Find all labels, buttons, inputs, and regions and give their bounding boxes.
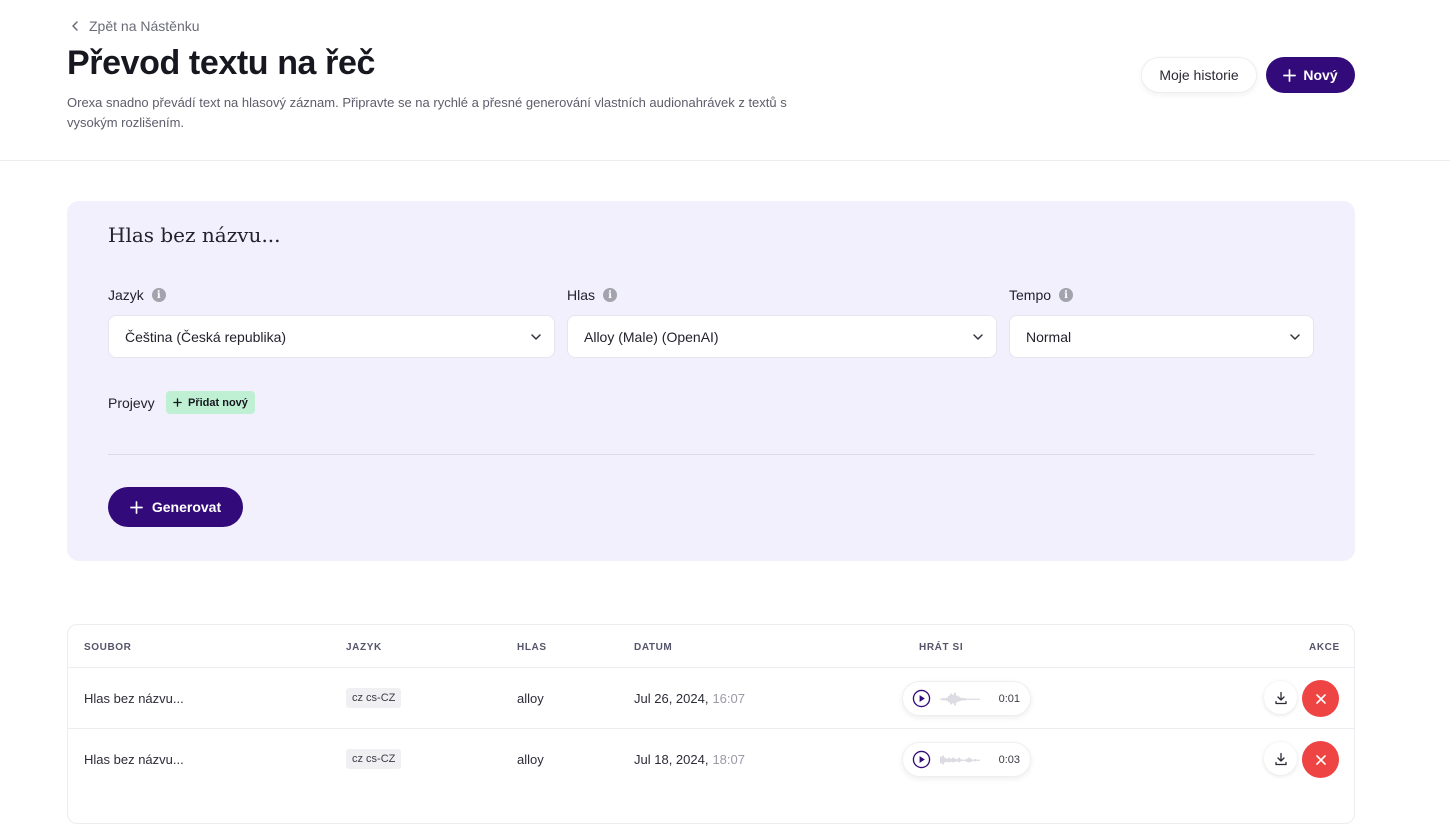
language-select-value: Čeština (Česká republika) xyxy=(125,328,287,345)
chevron-down-icon xyxy=(1290,333,1300,340)
time-text: 16:07 xyxy=(712,690,745,706)
play-icon[interactable] xyxy=(912,689,931,708)
generate-button-label: Generovat xyxy=(151,499,222,515)
audio-duration: 0:03 xyxy=(998,753,1020,766)
column-header-date: DATUM xyxy=(634,642,673,653)
tempo-label: Tempo i xyxy=(1009,287,1074,303)
language-badge: cz cs-CZ xyxy=(346,688,402,708)
tempo-select[interactable]: Normal xyxy=(1009,315,1314,358)
chevron-down-icon xyxy=(973,333,983,340)
back-link-label: Zpět na Nástěnku xyxy=(89,18,200,34)
waveform-icon xyxy=(940,692,980,705)
page-title: Převod textu na řeč xyxy=(67,44,375,82)
close-icon xyxy=(1315,693,1326,704)
file-name: Hlas bez názvu... xyxy=(84,690,184,706)
language-cell: cz cs-CZ xyxy=(346,729,402,789)
waveform-icon xyxy=(940,755,980,764)
column-header-language: JAZYK xyxy=(346,642,382,653)
play-icon[interactable] xyxy=(912,750,931,769)
delete-button[interactable] xyxy=(1302,680,1339,717)
chevron-down-icon xyxy=(531,333,541,340)
chevron-left-icon xyxy=(72,21,78,31)
plus-icon xyxy=(173,398,182,407)
voice-select[interactable]: Alloy (Male) (OpenAI) xyxy=(567,315,997,358)
download-icon xyxy=(1274,752,1287,765)
new-button[interactable]: Nový xyxy=(1266,57,1355,93)
voice-select-value: Alloy (Male) (OpenAI) xyxy=(584,328,719,345)
audio-player[interactable]: 0:03 xyxy=(902,742,1031,777)
audio-duration: 0:01 xyxy=(998,692,1020,705)
language-select[interactable]: Čeština (Česká republika) xyxy=(108,315,555,358)
generate-button[interactable]: Generovat xyxy=(108,487,243,527)
table-row: Hlas bez názvu... cz cs-CZ alloy Jul 26,… xyxy=(68,667,1354,728)
language-cell: cz cs-CZ xyxy=(346,668,402,728)
add-speech-button[interactable]: Přidat nový xyxy=(166,391,255,414)
tempo-select-value: Normal xyxy=(1026,328,1072,345)
language-label: Jazyk i xyxy=(108,287,166,303)
date-cell: Jul 18, 2024, 18:07 xyxy=(634,729,745,789)
delete-button[interactable] xyxy=(1302,741,1339,778)
download-button[interactable] xyxy=(1264,742,1297,775)
language-badge: cz cs-CZ xyxy=(346,749,402,769)
audio-player[interactable]: 0:01 xyxy=(902,681,1031,716)
divider xyxy=(108,454,1314,455)
new-button-label: Nový xyxy=(1303,67,1338,83)
date-text: Jul 26, 2024, xyxy=(634,690,709,706)
voice-cell: alloy xyxy=(517,690,544,706)
download-icon xyxy=(1274,691,1287,704)
speeches-label: Projevy xyxy=(108,395,155,411)
page-description: Orexa snadno převádí text na hlasový záz… xyxy=(67,95,787,130)
add-speech-label: Přidat nový xyxy=(188,396,248,409)
voice-cell: alloy xyxy=(517,751,544,767)
plus-icon xyxy=(129,500,143,514)
close-icon xyxy=(1315,754,1326,765)
info-icon[interactable]: i xyxy=(151,288,166,302)
column-header-actions: AKCE xyxy=(1309,642,1340,653)
date-text: Jul 18, 2024, xyxy=(634,751,709,767)
table-row: Hlas bez názvu... cz cs-CZ alloy Jul 18,… xyxy=(68,728,1354,789)
my-history-button[interactable]: Moje historie xyxy=(1141,57,1257,93)
info-icon[interactable]: i xyxy=(1059,288,1074,302)
history-table: SOUBOR JAZYK HLAS DATUM HRÁT SI AKCE Hla… xyxy=(67,624,1355,824)
voice-label: Hlas i xyxy=(567,287,618,303)
file-name: Hlas bez názvu... xyxy=(84,751,184,767)
download-button[interactable] xyxy=(1264,681,1297,714)
column-header-file: SOUBOR xyxy=(84,642,132,653)
page-header: Zpět na Nástěnku Převod textu na řeč Ore… xyxy=(0,0,1450,161)
tempo-label-text: Tempo xyxy=(1009,287,1052,303)
info-icon[interactable]: i xyxy=(603,288,618,302)
column-header-play: HRÁT SI xyxy=(919,642,964,653)
language-label-text: Jazyk xyxy=(108,287,144,303)
time-text: 18:07 xyxy=(712,751,745,767)
column-header-voice: HLAS xyxy=(517,642,547,653)
tts-form-panel: Hlas bez názvu... Jazyk i Čeština (Česká… xyxy=(67,201,1355,561)
plus-icon xyxy=(1283,68,1297,82)
voice-name-input[interactable]: Hlas bez názvu... xyxy=(108,223,281,247)
voice-label-text: Hlas xyxy=(567,287,596,303)
back-link[interactable]: Zpět na Nástěnku xyxy=(69,18,200,34)
date-cell: Jul 26, 2024, 16:07 xyxy=(634,668,745,728)
